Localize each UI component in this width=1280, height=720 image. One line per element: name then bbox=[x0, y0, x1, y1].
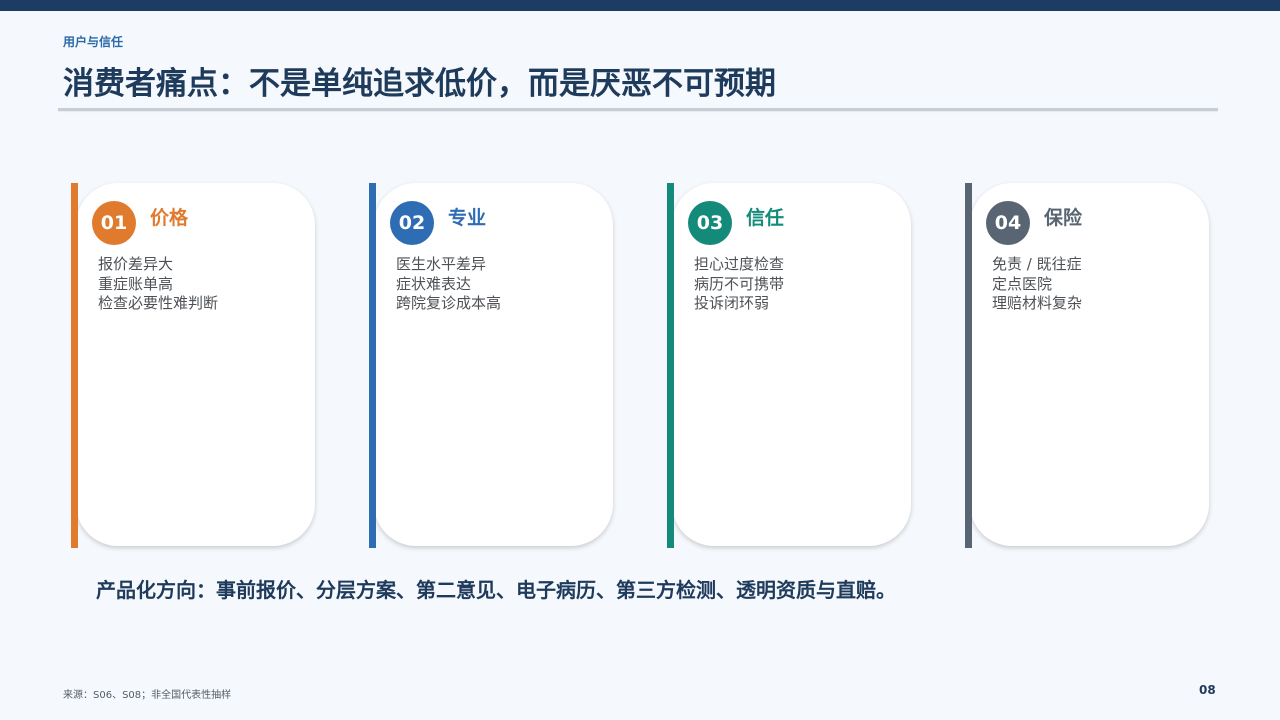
card-point-list: 免责 / 既往症 定点医院 理赔材料复杂 bbox=[992, 255, 1082, 314]
card-point: 担心过度检查 bbox=[694, 255, 785, 273]
card-accent-bar bbox=[71, 183, 78, 548]
card-point-list: 担心过度检查 病历不可携带 投诉闭环弱 bbox=[694, 255, 784, 314]
page-title: 消费者痛点：不是单纯追求低价，而是厌恶不可预期 bbox=[63, 66, 776, 102]
pain-point-card-expertise: 02 专业 医生水平差异 症状难表达 跨院复诊成本高 bbox=[369, 183, 613, 548]
card-point: 理赔材料复杂 bbox=[992, 294, 1083, 312]
card-point: 医生水平差异 bbox=[396, 255, 487, 273]
card-point: 定点医院 bbox=[992, 274, 1053, 293]
card-number-badge: 03 bbox=[688, 201, 732, 245]
card-point: 报价差异大 bbox=[98, 255, 174, 273]
section-tag: 用户与信任 bbox=[63, 35, 124, 49]
pain-point-card-trust: 03 信任 担心过度检查 病历不可携带 投诉闭环弱 bbox=[667, 183, 911, 548]
source-note: 来源：S06、S08；非全国代表性抽样 bbox=[63, 690, 232, 701]
card-title: 专业 bbox=[448, 207, 487, 229]
pain-point-card-price: 01 价格 报价差异大 重症账单高 检查必要性难判断 bbox=[71, 183, 315, 548]
card-point-list: 医生水平差异 症状难表达 跨院复诊成本高 bbox=[396, 255, 501, 314]
card-title: 信任 bbox=[746, 207, 785, 229]
card-point: 症状难表达 bbox=[396, 274, 472, 293]
product-direction-statement: 产品化方向：事前报价、分层方案、第二意见、电子病历、第三方检测、透明资质与直赔。 bbox=[96, 578, 896, 602]
card-number-badge: 04 bbox=[986, 201, 1030, 245]
pain-point-card-insurance: 04 保险 免责 / 既往症 定点医院 理赔材料复杂 bbox=[965, 183, 1209, 548]
card-point: 病历不可携带 bbox=[694, 274, 785, 293]
card-accent-bar bbox=[369, 183, 376, 548]
card-point-list: 报价差异大 重症账单高 检查必要性难判断 bbox=[98, 255, 218, 314]
card-accent-bar bbox=[965, 183, 972, 548]
top-bar bbox=[0, 0, 1280, 11]
card-number-badge: 02 bbox=[390, 201, 434, 245]
card-title: 保险 bbox=[1044, 207, 1083, 229]
card-point: 重症账单高 bbox=[98, 274, 174, 293]
page-number: 08 bbox=[1199, 683, 1216, 697]
card-point: 检查必要性难判断 bbox=[98, 294, 219, 312]
card-point: 跨院复诊成本高 bbox=[396, 294, 502, 312]
card-accent-bar bbox=[667, 183, 674, 548]
card-point: 免责 / 既往症 bbox=[992, 255, 1082, 273]
card-point: 投诉闭环弱 bbox=[694, 294, 770, 312]
card-number-badge: 01 bbox=[92, 201, 136, 245]
title-divider bbox=[58, 108, 1218, 111]
card-title: 价格 bbox=[150, 207, 189, 229]
